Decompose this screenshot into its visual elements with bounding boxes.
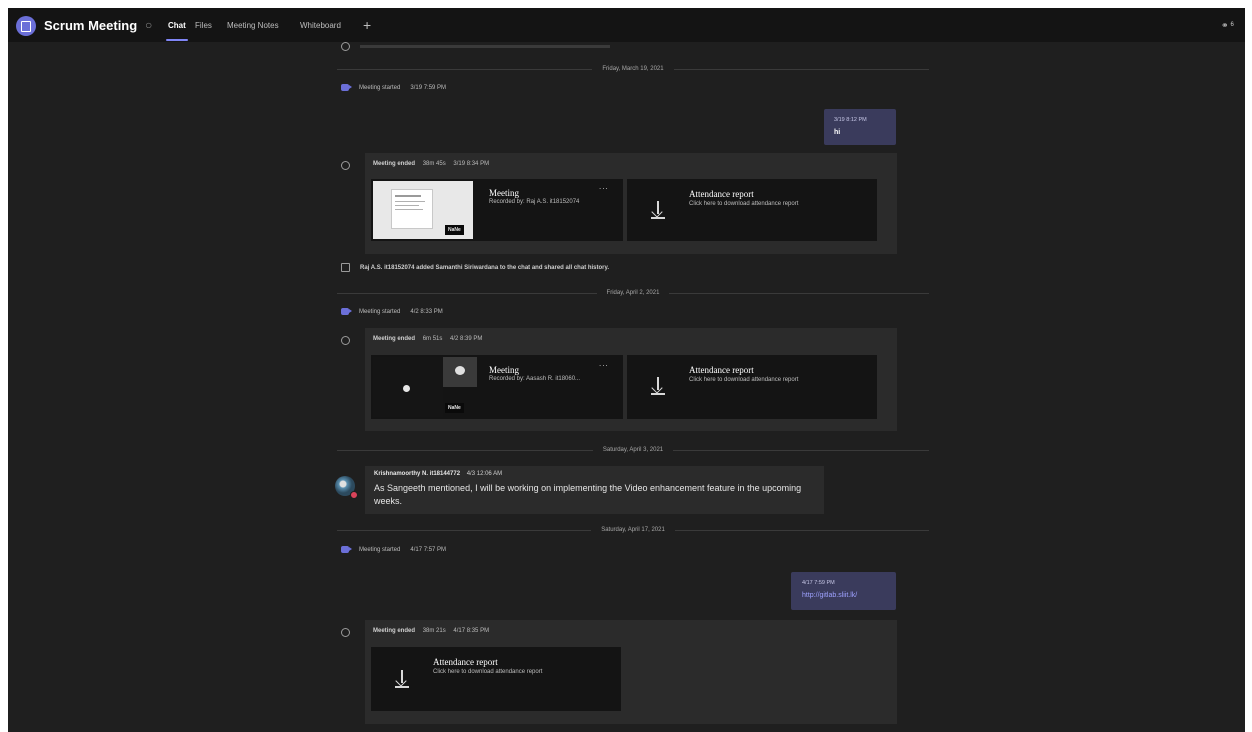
recording-title: Meeting xyxy=(489,188,519,198)
message-time: 4/17 7:59 PM xyxy=(802,580,835,586)
recording-thumbnail[interactable] xyxy=(373,357,443,417)
date-divider: Friday, March 19, 2021 xyxy=(337,64,929,74)
event-time: 3/19 8:34 PM xyxy=(453,161,490,167)
recording-author: Recorded by: Raj A.S. it18152074 xyxy=(489,199,580,205)
message-header: Krishnamoorthy N. it18144772 4/3 12:06 A… xyxy=(374,471,502,477)
event-time: 4/2 8:39 PM xyxy=(450,336,483,342)
meeting-camera-icon xyxy=(341,84,352,91)
partial-system-message xyxy=(341,42,610,51)
participants-button[interactable]: ⚭ 6 xyxy=(1221,8,1234,42)
attendance-subtitle: Click here to download attendance report xyxy=(689,201,799,207)
tab-chat[interactable]: Chat xyxy=(168,8,186,42)
attendance-title: Attendance report xyxy=(433,657,498,667)
duration-badge: NaNe xyxy=(445,403,464,413)
attendance-report-card[interactable]: Attendance report Click here to download… xyxy=(371,647,621,711)
meeting-ended-event xyxy=(341,161,360,170)
recording-card[interactable]: NaNe Meeting Recorded by: Aasash R. it18… xyxy=(371,355,623,419)
chat-bubble-icon: ○ xyxy=(145,18,153,32)
chat-title[interactable]: Scrum Meeting xyxy=(44,8,137,42)
date-divider: Saturday, April 3, 2021 xyxy=(337,445,929,455)
date-label: Friday, March 19, 2021 xyxy=(592,66,674,72)
member-added-icon xyxy=(341,263,350,272)
event-time: 4/17 8:35 PM xyxy=(453,628,490,634)
message-author[interactable]: Krishnamoorthy N. it18144772 xyxy=(374,471,460,477)
my-message[interactable]: 4/17 7:59 PM http://gitlab.sliit.lk/ xyxy=(791,572,896,610)
attendance-report-card[interactable]: Attendance report Click here to download… xyxy=(627,179,877,241)
add-tab-button[interactable]: + xyxy=(363,8,371,42)
meeting-ended-icon xyxy=(341,161,350,170)
message-text: hi xyxy=(834,129,841,136)
meeting-started-event: Meeting started 4/17 7:57 PM xyxy=(341,546,446,553)
meeting-ended-header: Meeting ended 6m 51s 4/2 8:39 PM xyxy=(373,336,482,342)
message-time: 4/3 12:06 AM xyxy=(466,471,503,477)
message-link[interactable]: http://gitlab.sliit.lk/ xyxy=(802,592,857,599)
meeting-ended-panel: Meeting ended 38m 45s 3/19 8:34 PM NaNe … xyxy=(365,153,897,254)
event-label: Meeting started xyxy=(359,546,401,553)
teams-window: Scrum Meeting ○ Chat Files Meeting Notes… xyxy=(8,8,1245,732)
tab-whiteboard[interactable]: Whiteboard xyxy=(300,8,341,42)
event-text: Raj A.S. it18152074 added Samanthi Siriw… xyxy=(360,264,610,271)
top-bar: Scrum Meeting ○ Chat Files Meeting Notes… xyxy=(8,8,1245,42)
message-text: As Sangeeth mentioned, I will be working… xyxy=(374,483,802,506)
meeting-ended-icon xyxy=(341,628,350,637)
event-time: 3/19 7:59 PM xyxy=(410,84,447,91)
date-divider: Friday, April 2, 2021 xyxy=(337,288,929,298)
meeting-ended-icon xyxy=(341,336,350,345)
meeting-ended-event xyxy=(341,336,360,345)
meeting-duration: 38m 45s xyxy=(422,161,446,167)
participants-count: 6 xyxy=(1230,22,1234,28)
event-label: Meeting ended xyxy=(373,161,416,167)
date-label: Friday, April 2, 2021 xyxy=(596,290,670,296)
chat-message[interactable]: Krishnamoorthy N. it18144772 4/3 12:06 A… xyxy=(365,466,824,514)
meeting-ended-header: Meeting ended 38m 45s 3/19 8:34 PM xyxy=(373,161,489,167)
meeting-duration: 38m 21s xyxy=(422,628,446,634)
recording-card[interactable]: NaNe Meeting Recorded by: Raj A.S. it181… xyxy=(371,179,623,241)
event-label: Meeting started xyxy=(359,84,401,91)
event-time: 4/17 7:57 PM xyxy=(410,546,447,553)
meeting-ended-panel: Meeting ended 38m 21s 4/17 8:35 PM Atten… xyxy=(365,620,897,724)
event-label: Meeting started xyxy=(359,308,401,315)
meeting-started-event: Meeting started 4/2 8:33 PM xyxy=(341,308,443,315)
active-tab-indicator xyxy=(166,39,188,41)
attendance-subtitle: Click here to download attendance report xyxy=(433,669,543,675)
participant-tile xyxy=(443,357,477,387)
meeting-started-event: Meeting started 3/19 7:59 PM xyxy=(341,84,446,91)
event-label: Meeting ended xyxy=(373,628,416,634)
channel-icon xyxy=(16,16,36,36)
tab-meeting-notes[interactable]: Meeting Notes xyxy=(227,8,279,42)
meeting-ended-panel: Meeting ended 6m 51s 4/2 8:39 PM NaNe Me… xyxy=(365,328,897,431)
meeting-ended-header: Meeting ended 38m 21s 4/17 8:35 PM xyxy=(373,628,489,634)
my-message[interactable]: 3/19 8:12 PM hi xyxy=(824,109,896,145)
meeting-duration: 6m 51s xyxy=(422,336,443,342)
date-label: Saturday, April 17, 2021 xyxy=(591,527,675,533)
more-options-button[interactable]: ... xyxy=(599,359,609,368)
event-label: Meeting ended xyxy=(373,336,416,342)
meeting-camera-icon xyxy=(341,546,352,553)
member-added-event: Raj A.S. it18152074 added Samanthi Siriw… xyxy=(341,263,609,272)
people-added-icon xyxy=(341,42,350,51)
tab-files[interactable]: Files xyxy=(195,8,212,42)
attendance-report-card[interactable]: Attendance report Click here to download… xyxy=(627,355,877,419)
more-options-button[interactable]: ... xyxy=(599,182,609,191)
date-label: Saturday, April 3, 2021 xyxy=(592,447,674,453)
attendance-title: Attendance report xyxy=(689,365,754,375)
download-icon xyxy=(395,670,409,688)
event-time: 4/2 8:33 PM xyxy=(410,308,443,315)
date-divider: Saturday, April 17, 2021 xyxy=(337,525,929,535)
attendance-title: Attendance report xyxy=(689,189,754,199)
recording-author: Recorded by: Aasash R. it18060... xyxy=(489,376,581,382)
duration-badge: NaNe xyxy=(445,225,464,235)
attendance-subtitle: Click here to download attendance report xyxy=(689,377,799,383)
download-icon xyxy=(651,377,665,395)
meeting-ended-event xyxy=(341,628,360,637)
meeting-camera-icon xyxy=(341,308,352,315)
message-time: 3/19 8:12 PM xyxy=(834,117,867,123)
recording-title: Meeting xyxy=(489,365,519,375)
download-icon xyxy=(651,201,665,219)
presence-status-icon xyxy=(350,491,358,499)
